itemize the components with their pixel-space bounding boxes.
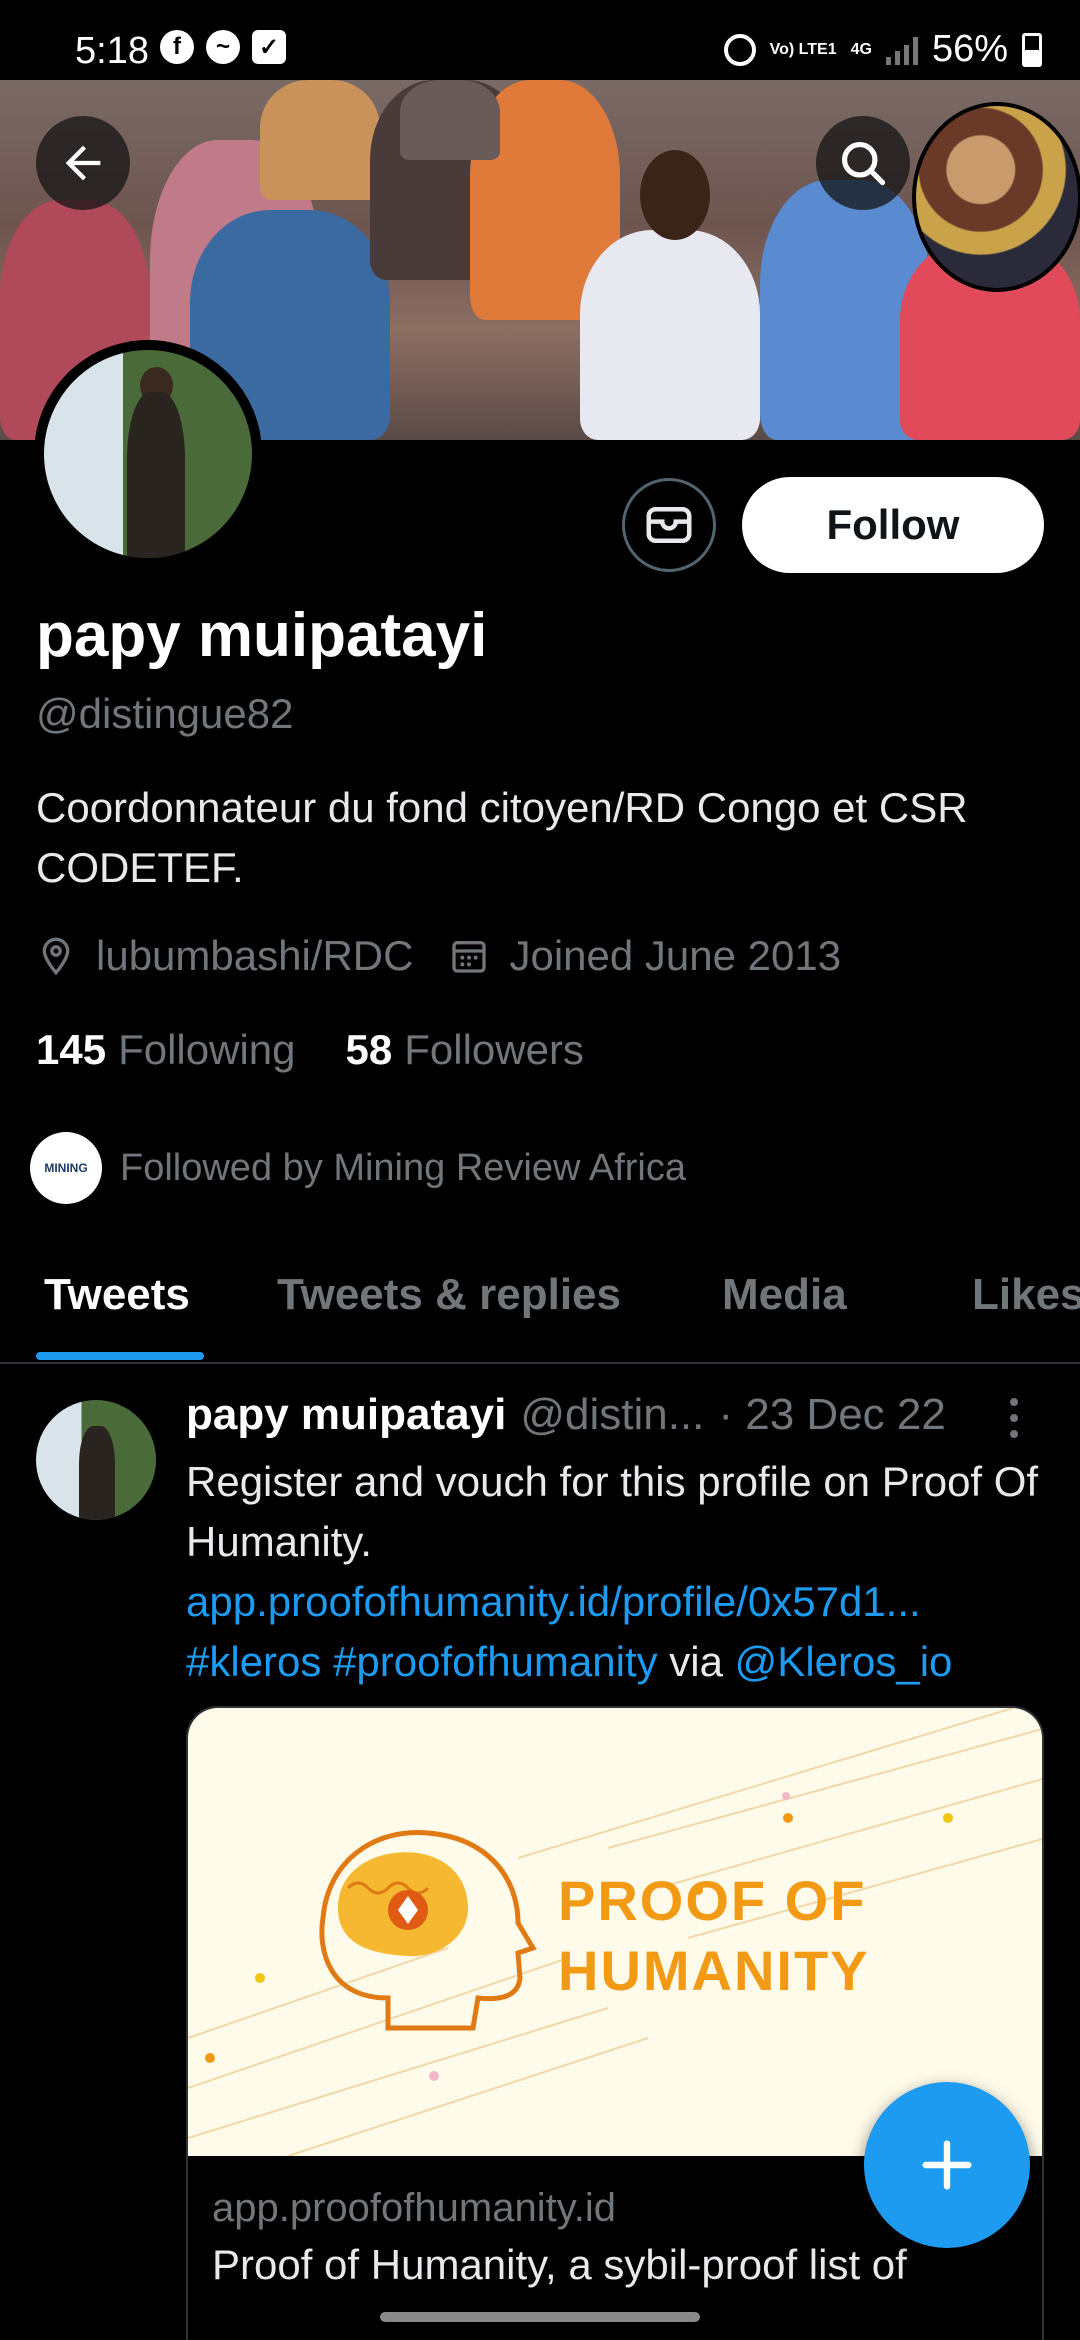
messenger-icon: ~ — [206, 30, 240, 64]
checkbox-icon: ✓ — [252, 30, 286, 64]
tweet-more-button[interactable] — [1010, 1398, 1018, 1438]
system-icons: Vo) LTE1 4G 56% — [723, 28, 1042, 71]
mention-kleros[interactable]: @Kleros_io — [735, 1638, 953, 1685]
followers-link[interactable]: 58 Followers — [346, 1026, 584, 1074]
followers-label: Followers — [404, 1026, 584, 1073]
location: lubumbashi/RDC — [36, 932, 413, 980]
status-time: 5:18 — [75, 30, 149, 72]
signal-icon — [885, 35, 918, 65]
back-arrow-icon — [65, 145, 101, 181]
home-indicator[interactable] — [380, 2312, 700, 2322]
card-image-text-line2: HUMANITY — [558, 1939, 870, 2002]
following-count: 145 — [36, 1026, 107, 1073]
battery-icon — [1022, 32, 1042, 67]
followed-by-text: Followed by Mining Review Africa — [120, 1146, 687, 1189]
location-pin-icon — [42, 937, 70, 976]
card-image-text-line1: PROOF OF — [558, 1869, 867, 1932]
tab-tweets[interactable]: Tweets — [44, 1270, 190, 1320]
profile-handle: @distingue82 — [36, 690, 294, 737]
message-button[interactable] — [622, 478, 716, 572]
tweet-text: Register and vouch for this profile on P… — [186, 1452, 1046, 1692]
follow-button[interactable]: Follow — [742, 477, 1044, 573]
link-preview-card[interactable]: PROOF OF HUMANITY app.proofofhumanity.id… — [186, 1706, 1044, 2340]
followed-by[interactable]: MINING Followed by Mining Review Africa — [30, 1132, 686, 1204]
network-type-label: 4G — [850, 40, 872, 58]
facebook-icon: f — [160, 30, 194, 64]
hashtag-proofofhumanity[interactable]: #proofofhumanity — [333, 1638, 658, 1685]
search-button[interactable] — [816, 116, 910, 210]
following-label: Following — [118, 1026, 296, 1073]
active-tab-indicator — [36, 1352, 204, 1360]
mail-icon — [646, 507, 692, 543]
search-icon — [841, 141, 886, 186]
tab-tweets-replies[interactable]: Tweets & replies — [277, 1270, 621, 1320]
tweet-header: papy muipatayi @distin... · 23 Dec 22 — [186, 1390, 946, 1440]
followers-count: 58 — [345, 1026, 393, 1073]
compose-tweet-button[interactable] — [864, 2082, 1030, 2248]
hashtag-kleros[interactable]: #kleros — [186, 1638, 321, 1685]
back-button[interactable] — [36, 116, 130, 210]
tweet-date[interactable]: · 23 Dec 22 — [718, 1390, 945, 1440]
notification-icons: f ~ ✓ — [160, 30, 286, 64]
card-image-text: PROOF OF HUMANITY — [558, 1866, 870, 2006]
profile-meta: lubumbashi/RDC Joined June 2013 — [36, 932, 877, 980]
status-bar: 5:18 f ~ ✓ Vo) LTE1 4G 56% — [0, 0, 1080, 80]
account-avatar[interactable] — [912, 102, 1080, 292]
joined-text: Joined June 2013 — [509, 932, 842, 979]
network-label: Vo) LTE1 — [769, 40, 837, 58]
alarm-icon — [723, 33, 756, 66]
profile-bio: Coordonnateur du fond citoyen/RD Congo e… — [36, 784, 968, 891]
plus-icon — [922, 2140, 972, 2190]
tweet-author-handle[interactable]: @distin... — [520, 1390, 704, 1440]
profile-tabs: Tweets Tweets & replies Media Likes — [0, 1240, 1080, 1364]
tab-likes[interactable]: Likes — [972, 1270, 1080, 1320]
card-title: Proof of Humanity, a sybil-proof list of — [212, 2241, 907, 2288]
calendar-icon — [452, 941, 487, 973]
tweet-author-avatar[interactable] — [36, 1400, 156, 1520]
tab-media[interactable]: Media — [722, 1270, 847, 1320]
profile-name: papy muipatayi — [36, 601, 488, 670]
mining-review-avatar: MINING — [30, 1132, 102, 1204]
joined-date: Joined June 2013 — [449, 932, 841, 980]
battery-percent: 56% — [931, 28, 1008, 70]
tweet-link[interactable]: app.proofofhumanity.id/profile/0x57d1... — [186, 1578, 921, 1625]
via-text: via — [669, 1638, 723, 1685]
tweet-author-name[interactable]: papy muipatayi — [186, 1390, 506, 1440]
follow-counts: 145 Following 58 Followers — [36, 1026, 584, 1074]
profile-avatar[interactable] — [34, 340, 262, 568]
tweet-body: Register and vouch for this profile on P… — [186, 1458, 1039, 1565]
location-text: lubumbashi/RDC — [96, 932, 414, 979]
following-link[interactable]: 145 Following — [36, 1026, 296, 1074]
